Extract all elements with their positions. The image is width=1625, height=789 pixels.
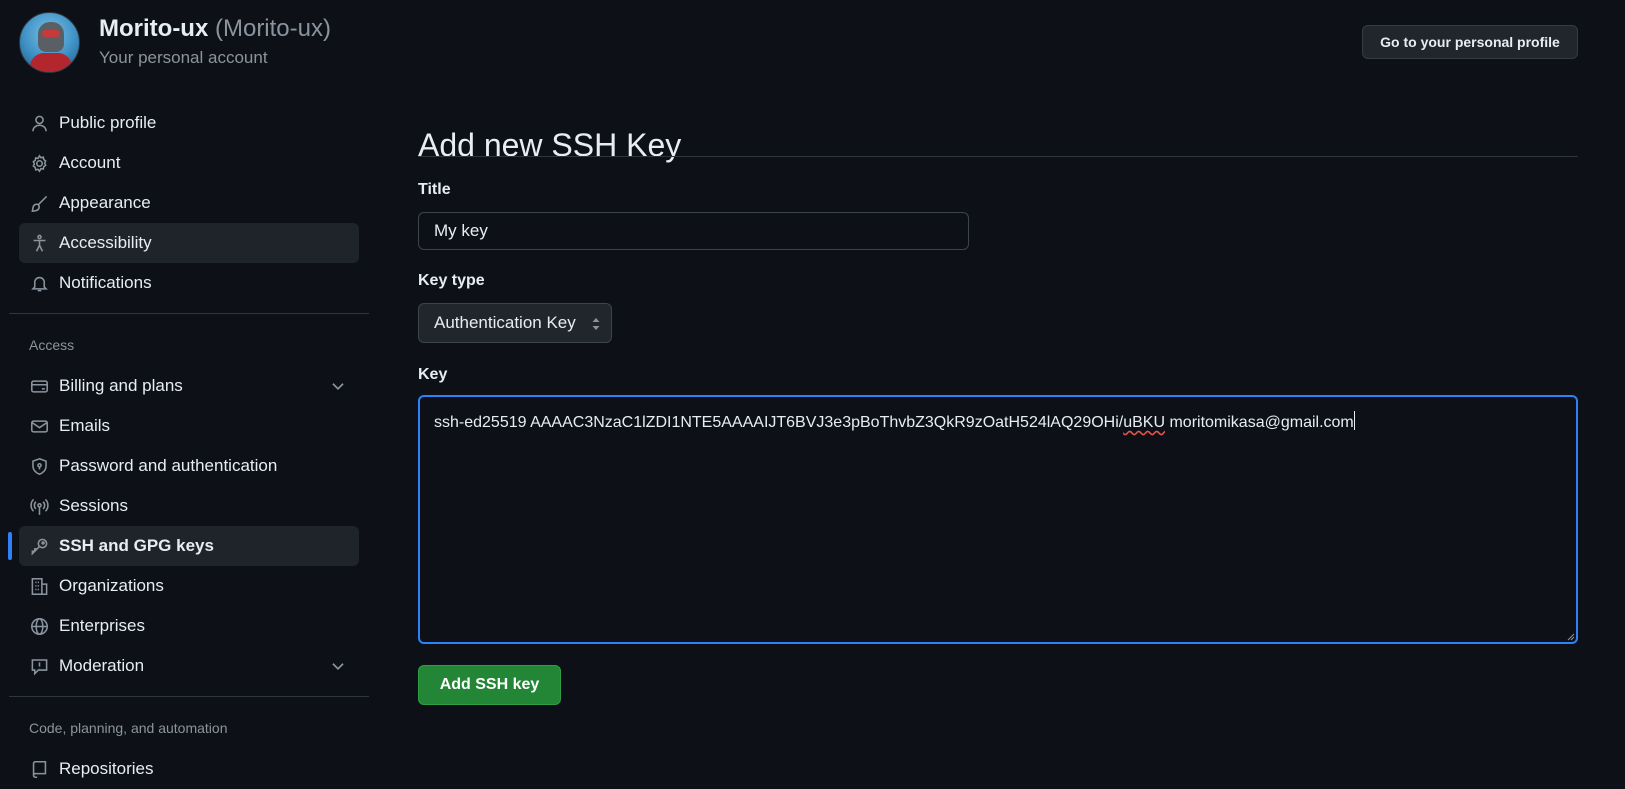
key-text-misspelled: uBKU [1123, 414, 1166, 431]
sidebar-item-label: SSH and GPG keys [59, 536, 214, 555]
bell-icon [29, 273, 49, 293]
sidebar-item-label: Moderation [59, 656, 145, 675]
sidebar-item-repositories[interactable]: Repositories [19, 749, 359, 789]
key-text-part1: ssh-ed25519 AAAAC3NzaC1lZDI1NTE5AAAAIJT6… [434, 414, 1124, 431]
key-type-value: Authentication Key [434, 313, 576, 332]
sidebar-item-billing[interactable]: Billing and plans [19, 366, 359, 406]
sidebar-item-label: Password and authentication [59, 456, 278, 475]
go-to-profile-button[interactable]: Go to your personal profile [1362, 25, 1578, 59]
sidebar-item-label: Emails [59, 416, 111, 435]
sidebar-item-label: Accessibility [59, 233, 152, 252]
sidebar-item-label: Sessions [59, 496, 128, 515]
key-type-label: Key type [418, 272, 485, 289]
sidebar-item-organizations[interactable]: Organizations [19, 566, 359, 606]
title-input[interactable] [418, 212, 969, 250]
title-divider [418, 156, 1578, 157]
key-label: Key [418, 366, 448, 383]
avatar[interactable] [19, 12, 80, 73]
text-caret [1353, 411, 1355, 430]
repo-icon [29, 759, 49, 779]
sidebar-item-enterprises[interactable]: Enterprises [19, 606, 359, 646]
sidebar-item-moderation[interactable]: Moderation [19, 646, 359, 686]
globe-icon [29, 616, 49, 636]
key-type-select[interactable]: Authentication Key [418, 303, 612, 343]
sidebar-item-password-auth[interactable]: Password and authentication [19, 446, 359, 486]
sidebar-item-label: Notifications [59, 273, 152, 292]
avatar-visor-shape [42, 30, 60, 37]
key-textarea[interactable]: ssh-ed25519 AAAAC3NzaC1lZDI1NTE5AAAAIJT6… [418, 395, 1578, 644]
sidebar-section-code: Code, planning, and automation [29, 720, 228, 736]
add-ssh-key-button[interactable]: Add SSH key [418, 665, 561, 705]
select-arrows-icon [592, 318, 600, 330]
sidebar-item-label: Repositories [59, 759, 154, 778]
broadcast-icon [29, 496, 49, 516]
selected-indicator [8, 532, 12, 560]
organization-icon [29, 576, 49, 596]
sidebar-item-appearance[interactable]: Appearance [19, 183, 359, 223]
account-name: Morito-ux (Morito-ux) [99, 15, 331, 43]
gear-icon [29, 153, 49, 173]
chevron-down-icon[interactable] [329, 377, 347, 395]
sidebar-item-label: Public profile [59, 113, 157, 132]
sidebar-item-label: Billing and plans [59, 376, 183, 395]
chevron-down-icon[interactable] [329, 657, 347, 675]
settings-sidebar: Public profile Account Appearance Access… [8, 103, 369, 789]
paintbrush-icon [29, 193, 49, 213]
shield-lock-icon [29, 456, 49, 476]
person-icon [29, 113, 49, 133]
accessibility-icon [29, 233, 49, 253]
sidebar-item-ssh-gpg-keys[interactable]: SSH and GPG keys [8, 526, 359, 566]
sidebar-item-label: Appearance [59, 193, 151, 212]
resize-grip-icon[interactable] [1566, 632, 1575, 641]
sidebar-item-emails[interactable]: Emails [19, 406, 359, 446]
avatar-helmet-shape [38, 22, 64, 52]
sidebar-item-public-profile[interactable]: Public profile [19, 103, 359, 143]
sidebar-item-label: Account [59, 153, 121, 172]
sidebar-item-accessibility[interactable]: Accessibility [19, 223, 359, 263]
credit-card-icon [29, 376, 49, 396]
sidebar-divider [9, 313, 369, 314]
account-handle: (Morito-ux) [214, 15, 331, 42]
account-username: Morito-ux [99, 15, 209, 42]
title-label: Title [418, 181, 451, 198]
key-text-part2: moritomikasa@gmail.com [1165, 414, 1354, 431]
sidebar-item-account[interactable]: Account [19, 143, 359, 183]
avatar-body-shape [30, 53, 72, 72]
sidebar-section-access: Access [29, 337, 75, 353]
report-icon [29, 656, 49, 676]
page-title: Add new SSH Key [418, 127, 682, 164]
key-icon [29, 536, 49, 556]
account-subtitle: Your personal account [99, 48, 268, 67]
sidebar-divider [9, 696, 369, 697]
sidebar-item-label: Enterprises [59, 616, 145, 635]
sidebar-item-label: Organizations [59, 576, 164, 595]
sidebar-item-sessions[interactable]: Sessions [19, 486, 359, 526]
sidebar-item-notifications[interactable]: Notifications [19, 263, 359, 303]
mail-icon [29, 416, 49, 436]
